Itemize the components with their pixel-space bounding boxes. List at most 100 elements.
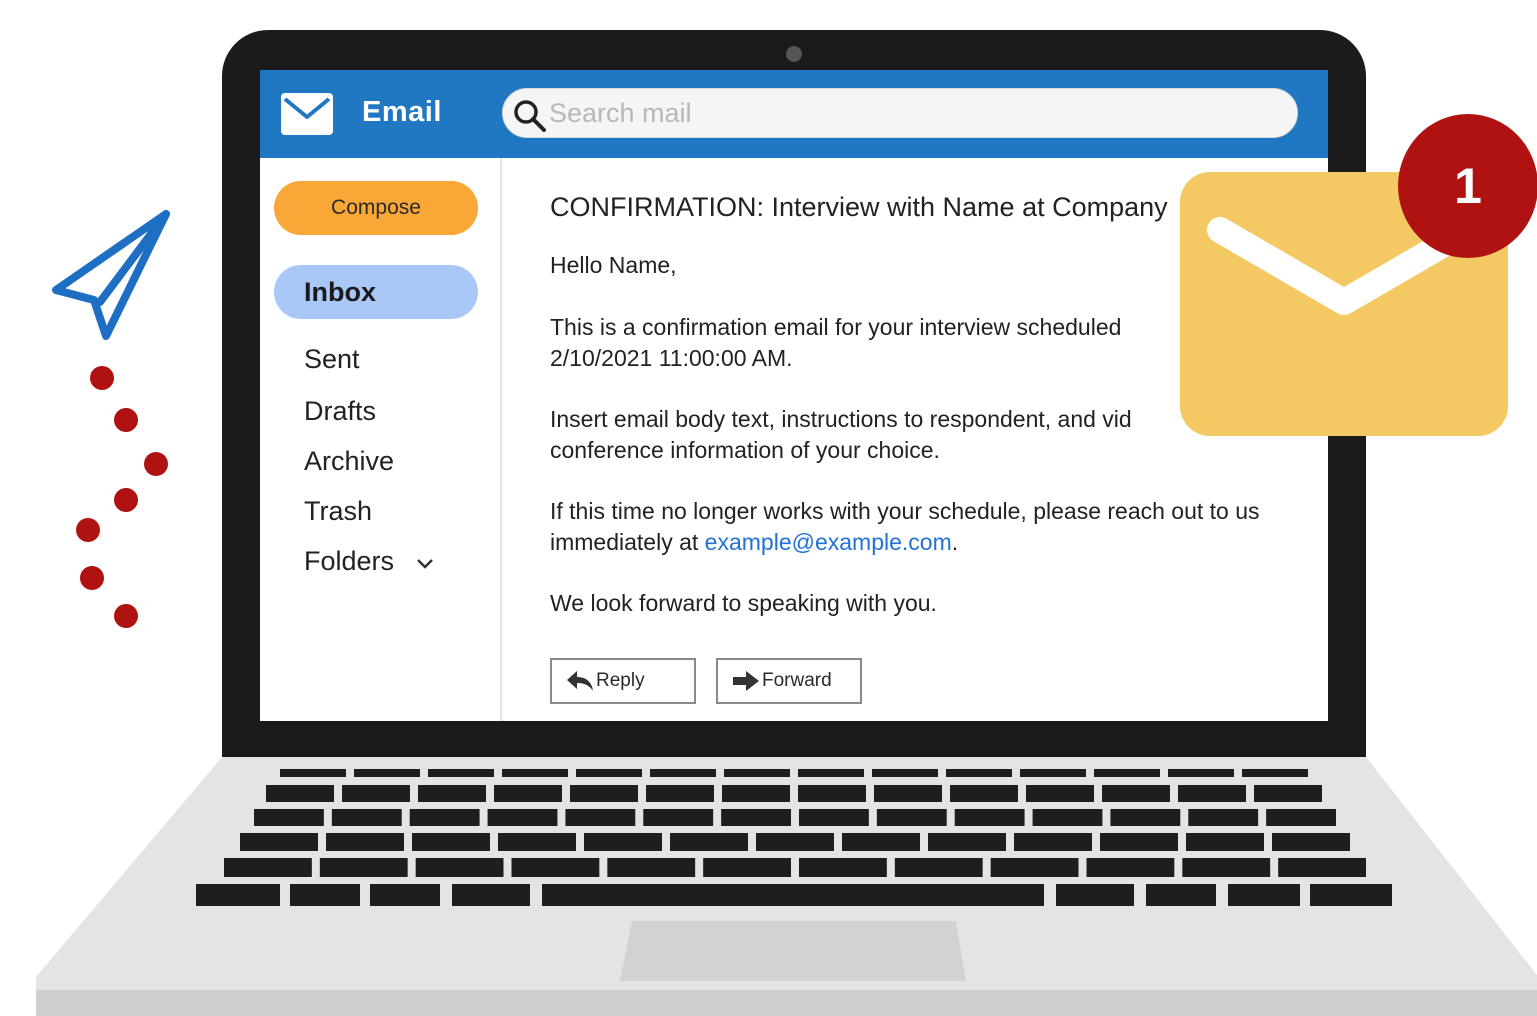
keyboard-key [798, 785, 866, 802]
keyboard-key [1086, 858, 1175, 877]
keyboard-key [799, 809, 869, 826]
search-icon [514, 100, 546, 132]
keyboard-key [494, 785, 562, 802]
keyboard-key [1254, 785, 1322, 802]
keyboard-key [452, 884, 530, 906]
message-paragraph: Insert email body text, instructions to … [550, 406, 1132, 463]
keyboard-key [1110, 809, 1181, 826]
keyboard-key [643, 809, 714, 826]
keyboard-key [354, 769, 420, 777]
forward-label: Forward [762, 670, 832, 691]
keyboard-key [224, 858, 312, 877]
sidebar-item-drafts[interactable]: Drafts [304, 396, 376, 427]
keyboard-key [565, 809, 636, 826]
notification-badge: 1 [1398, 114, 1537, 258]
keyboard-key [874, 785, 942, 802]
keyboard-key [798, 769, 864, 777]
sidebar-item-trash[interactable]: Trash [304, 496, 372, 527]
keyboard-key [240, 833, 318, 851]
keyboard-key [799, 858, 887, 877]
keyboard-key [1228, 884, 1300, 906]
keyboard-key [1178, 785, 1246, 802]
reply-arrow-icon [567, 671, 593, 691]
sidebar: Compose Inbox Sent Drafts Archive Trash … [260, 158, 502, 721]
keyboard-key [722, 785, 790, 802]
trail-dot [90, 366, 114, 390]
keyboard-key [650, 769, 716, 777]
keyboard-key [326, 833, 404, 851]
keyboard-key [1100, 833, 1178, 851]
keyboard-key [1094, 769, 1160, 777]
keyboard-key [319, 858, 408, 877]
app-header: Email [260, 70, 1328, 158]
keyboard-key [756, 833, 834, 851]
keyboard-key [1102, 785, 1170, 802]
keyboard-key [254, 809, 324, 826]
keyboard-key [1266, 809, 1336, 826]
message-paragraph: If this time no longer works with your s… [550, 496, 1310, 558]
keyboard-key [876, 809, 947, 826]
reply-button[interactable]: Reply [550, 658, 696, 704]
laptop-keyboard-base [36, 757, 1537, 1016]
keyboard-key [1032, 809, 1103, 826]
trackpad [620, 921, 966, 981]
keyboard-key [542, 884, 1044, 906]
trail-dot [76, 518, 100, 542]
keyboard-key [950, 785, 1018, 802]
keyboard-key [894, 858, 983, 877]
reply-label: Reply [596, 670, 645, 691]
laptop-camera [786, 46, 802, 62]
keyboard-key [1278, 858, 1366, 877]
search-input[interactable] [549, 94, 1279, 132]
keyboard-key [511, 858, 600, 877]
keyboard-key [1272, 833, 1350, 851]
sidebar-item-label: Folders [304, 546, 395, 576]
trail-dot [144, 452, 168, 476]
keyboard-key [266, 785, 334, 802]
sidebar-item-inbox[interactable]: Inbox [274, 265, 478, 319]
keyboard-key [584, 833, 662, 851]
keyboard-key [1014, 833, 1092, 851]
paper-plane-icon [52, 210, 170, 340]
sidebar-item-sent[interactable]: Sent [304, 344, 360, 375]
search-bar[interactable] [502, 88, 1298, 138]
message-closing: We look forward to speaking with you. [550, 590, 937, 616]
keyboard-key [724, 769, 790, 777]
keyboard-key [570, 785, 638, 802]
keyboard-key [415, 858, 504, 877]
keyboard-key [842, 833, 920, 851]
keyboard-key [1310, 884, 1392, 906]
keyboard-key [1242, 769, 1308, 777]
keyboard-key [342, 785, 410, 802]
keyboard-key [280, 769, 346, 777]
keyboard-key [703, 858, 791, 877]
keyboard-key [872, 769, 938, 777]
chevron-down-icon[interactable] [416, 554, 434, 572]
trail-dot [80, 566, 104, 590]
keyboard-key [1188, 809, 1259, 826]
forward-arrow-icon [733, 671, 759, 691]
keyboard-key [946, 769, 1012, 777]
compose-button[interactable]: Compose [274, 181, 478, 235]
email-app-window: Email Compose Inbox Sent Drafts Archive … [260, 70, 1328, 721]
sidebar-item-archive[interactable]: Archive [304, 446, 394, 477]
email-link[interactable]: example@example.com [705, 529, 952, 555]
keyboard-key [646, 785, 714, 802]
trail-dot [114, 408, 138, 432]
forward-button[interactable]: Forward [716, 658, 862, 704]
keyboard-key [1026, 785, 1094, 802]
keyboard-key [1182, 858, 1271, 877]
sidebar-item-folders[interactable]: Folders [304, 546, 434, 577]
keyboard-key [498, 833, 576, 851]
keyboard-key [954, 809, 1025, 826]
message-paragraph: This is a confirmation email for your in… [550, 314, 1122, 371]
keyboard-key [502, 769, 568, 777]
keyboard-key [1146, 884, 1216, 906]
keyboard-key [1168, 769, 1234, 777]
keyboard-key [290, 884, 360, 906]
keyboard-key [1056, 884, 1134, 906]
trail-dot [114, 488, 138, 512]
app-title: Email [362, 96, 442, 128]
keyboard-key [196, 884, 280, 906]
keyboard-key [721, 809, 791, 826]
